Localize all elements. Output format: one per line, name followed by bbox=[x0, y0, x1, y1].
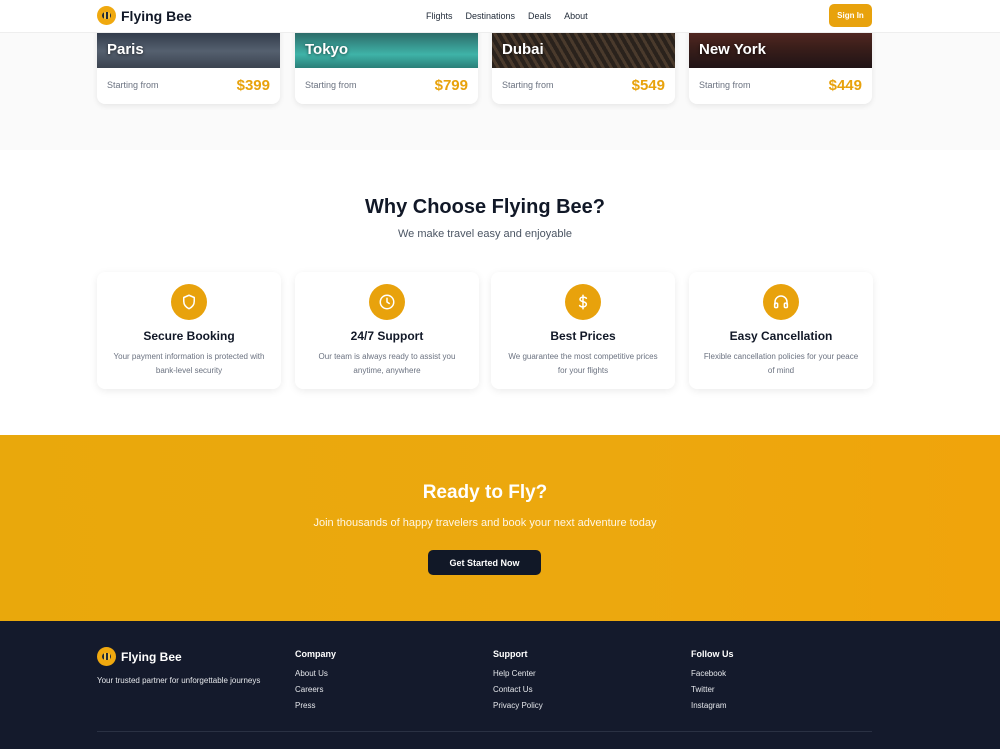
destination-price: $399 bbox=[236, 77, 270, 94]
bee-icon bbox=[97, 6, 116, 25]
footer-column-support: Support Help Center Contact Us Privacy P… bbox=[493, 649, 543, 717]
site-footer: Flying Bee Your trusted partner for unfo… bbox=[0, 621, 1000, 749]
footer-tagline: Your trusted partner for unforgettable j… bbox=[97, 676, 261, 685]
footer-brand-name: Flying Bee bbox=[121, 649, 182, 664]
feature-description: Flexible cancellation policies for your … bbox=[703, 352, 859, 375]
starting-from-label: Starting from bbox=[699, 80, 751, 90]
footer-link-twitter[interactable]: Twitter bbox=[691, 685, 734, 694]
feature-card-best-prices: Best Prices We guarantee the most compet… bbox=[491, 272, 675, 389]
dollar-icon bbox=[565, 284, 601, 320]
destination-name: Dubai bbox=[502, 41, 544, 58]
destination-price: $799 bbox=[434, 77, 468, 94]
bee-icon bbox=[97, 647, 116, 666]
feature-title: Easy Cancellation bbox=[729, 329, 833, 343]
destination-name: Paris bbox=[107, 41, 144, 58]
site-header: Flying Bee Flights Destinations Deals Ab… bbox=[0, 0, 1000, 33]
footer-link-facebook[interactable]: Facebook bbox=[691, 669, 734, 678]
starting-from-label: Starting from bbox=[502, 80, 554, 90]
footer-link-instagram[interactable]: Instagram bbox=[691, 701, 734, 710]
brand-name: Flying Bee bbox=[121, 7, 192, 24]
footer-heading: Support bbox=[493, 649, 528, 659]
footer-link-privacy-policy[interactable]: Privacy Policy bbox=[493, 701, 543, 710]
feature-description: We guarantee the most competitive prices… bbox=[508, 352, 658, 375]
why-title: Why Choose Flying Bee? bbox=[364, 196, 606, 218]
feature-title: Secure Booking bbox=[143, 329, 235, 343]
footer-column-company: Company About Us Careers Press bbox=[295, 649, 336, 717]
footer-link-about-us[interactable]: About Us bbox=[295, 669, 336, 678]
feature-description: Your payment information is protected wi… bbox=[113, 352, 265, 375]
shield-icon bbox=[171, 284, 207, 320]
main-nav: Flights Destinations Deals About bbox=[426, 11, 588, 21]
cta-subtitle: Join thousands of happy travelers and bo… bbox=[313, 517, 657, 529]
footer-link-careers[interactable]: Careers bbox=[295, 685, 336, 694]
why-subtitle: We make travel easy and enjoyable bbox=[397, 228, 573, 240]
footer-heading: Company bbox=[295, 649, 337, 659]
starting-from-label: Starting from bbox=[305, 80, 357, 90]
feature-card-easy-cancellation: Easy Cancellation Flexible cancellation … bbox=[689, 272, 873, 389]
footer-logo[interactable]: Flying Bee bbox=[97, 647, 182, 666]
footer-heading: Follow Us bbox=[691, 649, 734, 659]
destination-price: $549 bbox=[631, 77, 665, 94]
starting-from-label: Starting from bbox=[107, 80, 159, 90]
nav-deals[interactable]: Deals bbox=[528, 11, 551, 21]
headphones-icon bbox=[763, 284, 799, 320]
footer-link-help-center[interactable]: Help Center bbox=[493, 669, 543, 678]
clock-icon bbox=[369, 284, 405, 320]
destination-price: $449 bbox=[828, 77, 862, 94]
nav-flights[interactable]: Flights bbox=[426, 11, 453, 21]
cta-section: Ready to Fly? Join thousands of happy tr… bbox=[0, 435, 1000, 621]
destination-name: New York bbox=[699, 41, 766, 58]
feature-title: Best Prices bbox=[550, 329, 616, 343]
nav-about[interactable]: About bbox=[564, 11, 588, 21]
feature-description: Our team is always ready to assist you a… bbox=[318, 352, 456, 375]
feature-card-support: 24/7 Support Our team is always ready to… bbox=[295, 272, 479, 389]
brand-logo[interactable]: Flying Bee bbox=[97, 6, 192, 25]
footer-column-follow-us: Follow Us Facebook Twitter Instagram bbox=[691, 649, 734, 717]
footer-divider bbox=[97, 731, 872, 732]
sign-in-button[interactable]: Sign In bbox=[829, 4, 872, 27]
cta-title: Ready to Fly? bbox=[422, 482, 548, 503]
destination-name: Tokyo bbox=[305, 41, 349, 58]
feature-title: 24/7 Support bbox=[350, 329, 424, 343]
nav-destinations[interactable]: Destinations bbox=[466, 11, 516, 21]
footer-link-press[interactable]: Press bbox=[295, 701, 336, 710]
get-started-button[interactable]: Get Started Now bbox=[428, 550, 541, 575]
footer-link-contact-us[interactable]: Contact Us bbox=[493, 685, 543, 694]
feature-card-secure-booking: Secure Booking Your payment information … bbox=[97, 272, 281, 389]
